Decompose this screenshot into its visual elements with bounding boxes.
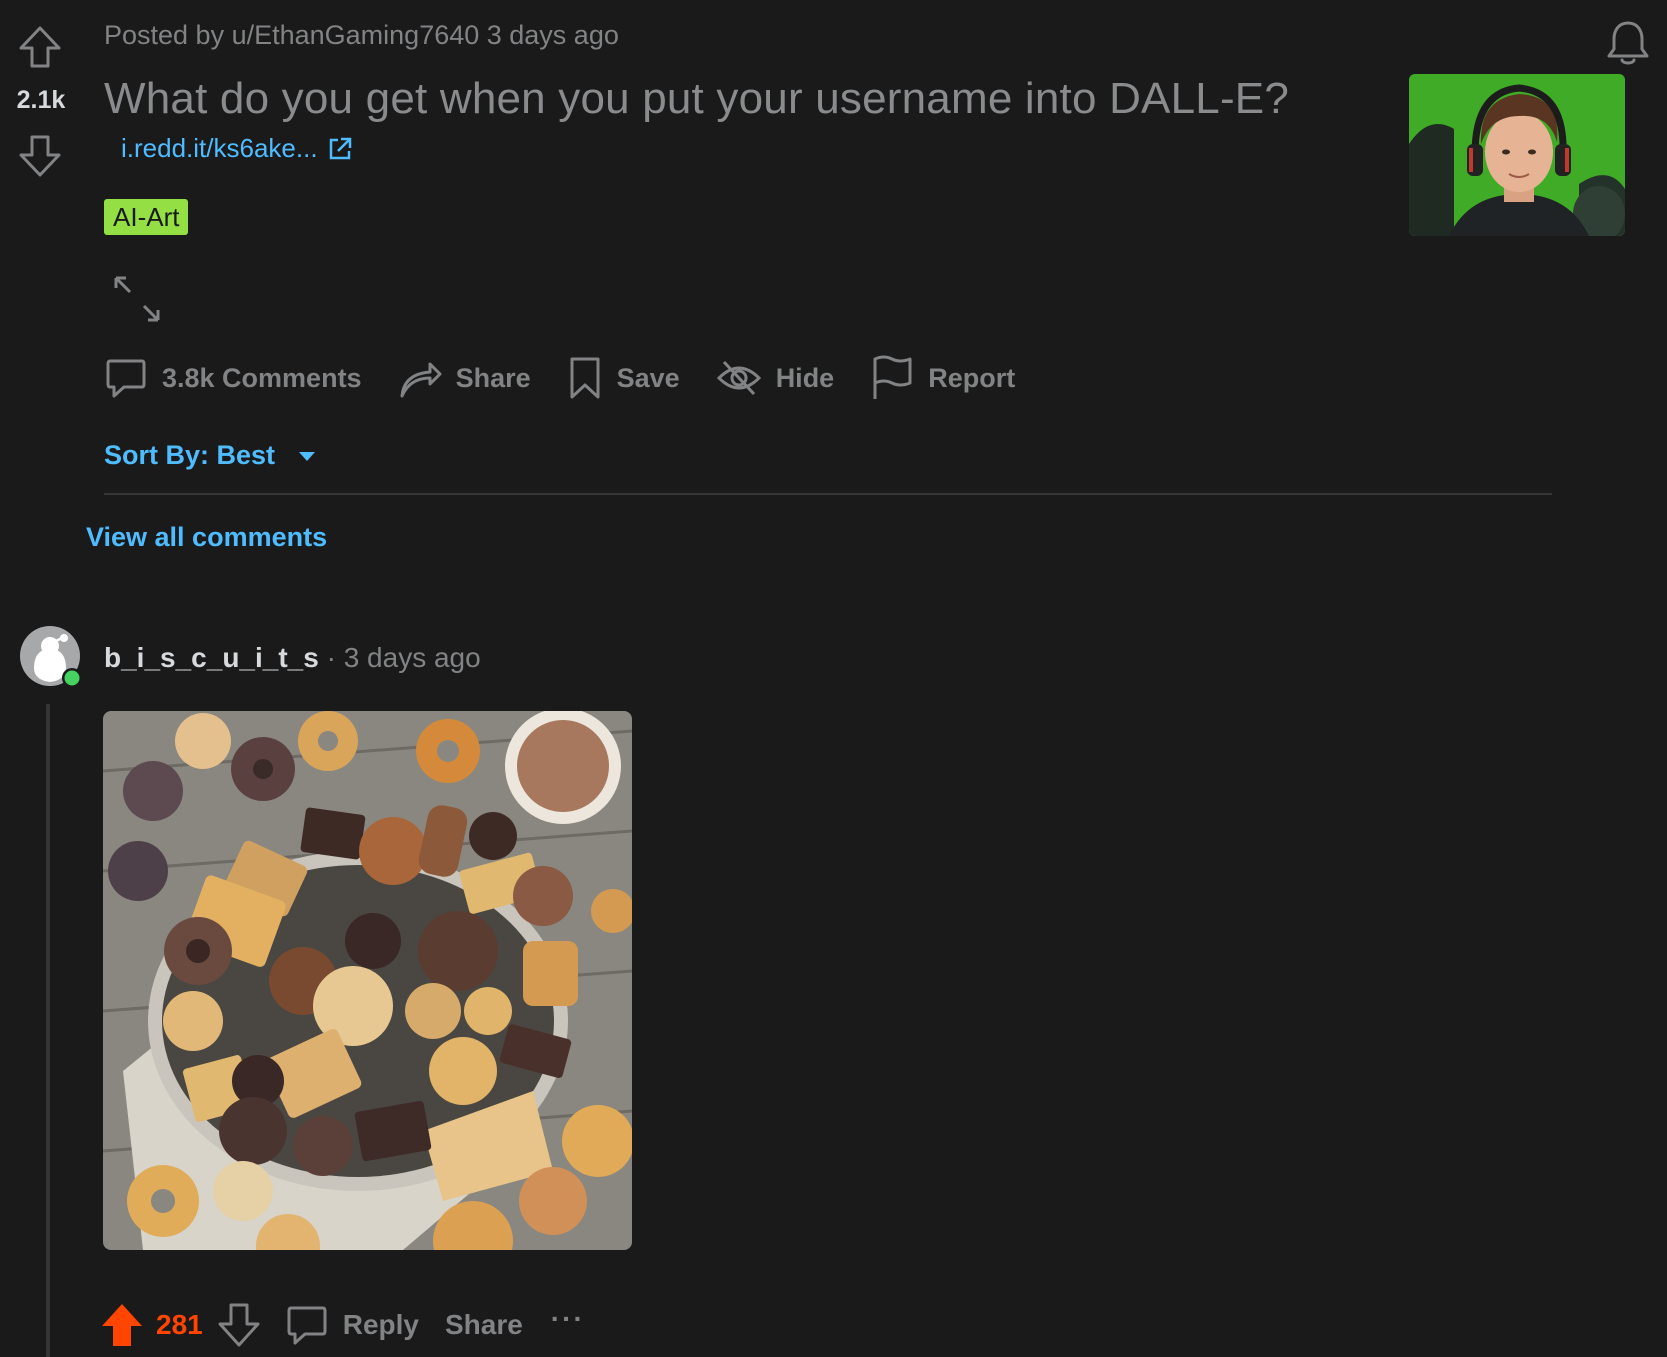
thread-line[interactable] [46, 704, 50, 1357]
avatar[interactable] [20, 626, 82, 688]
comment-share-button[interactable]: Share [445, 1309, 523, 1341]
reply-button[interactable]: Reply [285, 1303, 419, 1347]
hide-button-label: Hide [775, 362, 835, 393]
comment-timestamp: 3 days ago [343, 642, 481, 673]
comment-bubble-icon [104, 356, 162, 400]
post-meta: Posted by u/EthanGaming7640 3 days ago [104, 20, 619, 50]
comment-username[interactable]: b_i_s_c_u_i_t_s [104, 642, 319, 673]
sort-dropdown[interactable]: Sort By: Best [104, 440, 317, 471]
more-options-icon[interactable]: ··· [551, 1303, 585, 1335]
view-all-comments-link[interactable]: View all comments [86, 522, 327, 553]
comment-separator: · [318, 642, 344, 673]
upvote-arrow-icon[interactable] [17, 24, 63, 70]
comment-image[interactable] [103, 711, 632, 1250]
sort-label: Sort By: Best [104, 440, 276, 470]
post-actions-bar: 3.8k Comments Share Save Hide Report [104, 355, 1051, 401]
report-button-label: Report [928, 362, 1016, 393]
post-link[interactable]: i.redd.it/ks6ake... [121, 133, 354, 164]
divider [104, 493, 1552, 495]
comment-score: 281 [156, 1309, 203, 1340]
bookmark-icon [567, 355, 617, 401]
upvote-filled-icon[interactable] [100, 1302, 144, 1348]
downvote-arrow-icon[interactable] [217, 1302, 261, 1348]
comment-meta: b_i_s_c_u_i_t_s · 3 days ago [104, 642, 481, 674]
reply-button-label: Reply [342, 1309, 419, 1340]
post-thumbnail[interactable] [1409, 74, 1625, 236]
comment-bubble-icon [285, 1303, 329, 1347]
eye-slash-icon [716, 358, 776, 398]
hide-button[interactable]: Hide [716, 358, 835, 398]
flag-icon [870, 355, 928, 401]
save-button-label: Save [616, 362, 680, 393]
downvote-arrow-icon[interactable] [17, 133, 63, 179]
bell-icon[interactable] [1604, 18, 1652, 68]
report-button[interactable]: Report [870, 355, 1015, 401]
post-score: 2.1k [16, 86, 66, 114]
post-title[interactable]: What do you get when you put your userna… [104, 74, 1289, 124]
external-link-icon [326, 135, 354, 163]
save-button[interactable]: Save [567, 355, 680, 401]
comment-actions-bar: 281 Reply Share ··· [100, 1302, 585, 1348]
comments-button-label: 3.8k Comments [162, 362, 362, 393]
caret-down-icon [275, 449, 317, 463]
share-button[interactable]: Share [398, 356, 531, 400]
comment-share-label: Share [444, 1309, 523, 1340]
post-flair[interactable]: AI-Art [104, 199, 189, 235]
share-button-label: Share [455, 362, 531, 393]
expand-icon[interactable] [112, 274, 162, 324]
post-link-text: i.redd.it/ks6ake... [121, 133, 318, 163]
comments-button[interactable]: 3.8k Comments [104, 356, 362, 400]
share-arrow-icon [398, 356, 456, 400]
